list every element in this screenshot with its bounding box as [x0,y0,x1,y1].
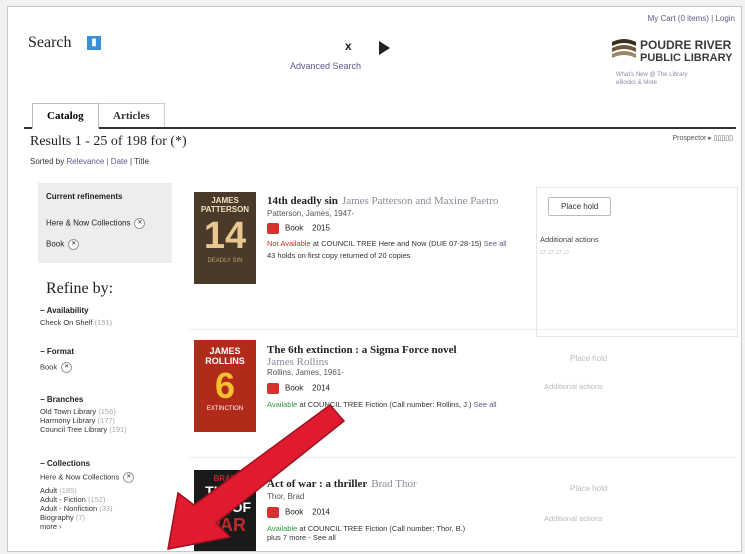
facet-item[interactable]: Book ✕ [40,362,180,373]
clear-search-button[interactable]: x [345,39,352,53]
result-title-link[interactable]: 14th deadly sin [267,195,338,207]
refinement-item: Here & Now Collections ✕ [46,218,146,229]
place-hold-button[interactable]: Place hold [558,350,620,367]
see-all-link[interactable]: See all [474,400,497,409]
tab-articles[interactable]: Articles [98,103,165,128]
logo-line2: PUBLIC LIBRARY [640,52,733,64]
tab-catalog[interactable]: Catalog [32,103,99,129]
remove-refinement-button[interactable]: ✕ [68,239,80,250]
sort-links[interactable]: Relevance | Date [66,157,127,166]
result-author[interactable]: Brad Thor [371,478,416,490]
remove-collection-button[interactable]: ✕ [123,472,135,483]
result-title-line: 14th deadly sin James Patterson and Maxi… [267,193,531,208]
ebooks-link[interactable]: eBooks & More [616,79,687,87]
whats-new-link[interactable]: What's New @ The Library [616,71,687,79]
book-cover[interactable]: JAMES PATTERSON 14 DEADLY SIN [194,192,256,284]
remove-refinement-button[interactable]: ✕ [134,218,146,229]
refine-by-heading: Refine by: [46,280,114,297]
logo-line1: POUDRE RIVER [640,38,732,52]
search-go-button[interactable] [379,41,390,55]
tab-divider [24,127,736,129]
facet-availability: − Availability Check On Shelf (151) [40,306,180,327]
results-title: Results 1 - 25 of 198 for (*) [30,134,187,149]
holds-info: 43 holds on first copy returned of 20 co… [267,251,411,260]
search-label: Search [28,34,72,51]
logo-subtext[interactable]: What's New @ The Library eBooks & More [616,71,687,87]
result-author[interactable]: James Patterson and Maxine Paetro [342,195,498,207]
see-all-link[interactable]: See all [484,239,507,248]
result-item: JAMES PATTERSON 14 DEADLY SIN 14th deadl… [188,187,534,299]
facet-heading[interactable]: − Format [40,347,180,356]
availability-line: Not Available at COUNCIL TREE Here and N… [267,239,507,248]
format-line: Book 2014 [267,383,567,394]
additional-actions[interactable]: Additional actions [540,235,599,244]
library-logo-icon [612,39,636,58]
prospector-link[interactable]: Prospector ▸ ▯▯▯▯▯ [672,134,733,142]
facet-heading[interactable]: − Availability [40,306,180,315]
place-hold-button[interactable]: Place hold [558,480,620,497]
advanced-search-link[interactable]: Advanced Search [290,61,361,71]
format-line: Book 2015 [267,223,531,234]
book-icon [267,383,279,394]
result-author[interactable]: James Rollins [267,356,567,368]
top-links[interactable]: My Cart (0 items) | Login [648,14,735,23]
sort-current: Title [134,157,149,166]
sorted-by: Sorted by Relevance | Date | Title [30,157,149,166]
author-meta[interactable]: Rollins, James, 1961- [267,368,567,377]
facet-item[interactable]: Check On Shelf (151) [40,318,180,327]
facet-format: − Format Book ✕ [40,347,180,373]
red-arrow-annotation [167,403,346,550]
additional-actions-icons[interactable]: ▱ ▱ ▱ ▱ [540,247,569,256]
result-title-link[interactable]: The 6th extinction : a Sigma Force novel [267,344,567,356]
additional-actions[interactable]: Additional actions [544,382,603,391]
book-icon [267,223,279,234]
browser-page: My Cart (0 items) | Login Search ▮ x Adv… [7,6,742,552]
additional-actions[interactable]: Additional actions [544,514,603,523]
current-refinements-box: Current refinements Here & Now Collectio… [38,183,172,263]
remove-format-button[interactable]: ✕ [61,362,73,373]
author-meta[interactable]: Patterson, James, 1947- [267,209,531,218]
refinement-item: Book ✕ [46,239,80,250]
place-hold-button[interactable]: Place hold [548,197,612,216]
search-input-icon[interactable]: ▮ [87,36,101,50]
current-refinements-title: Current refinements [46,192,123,201]
